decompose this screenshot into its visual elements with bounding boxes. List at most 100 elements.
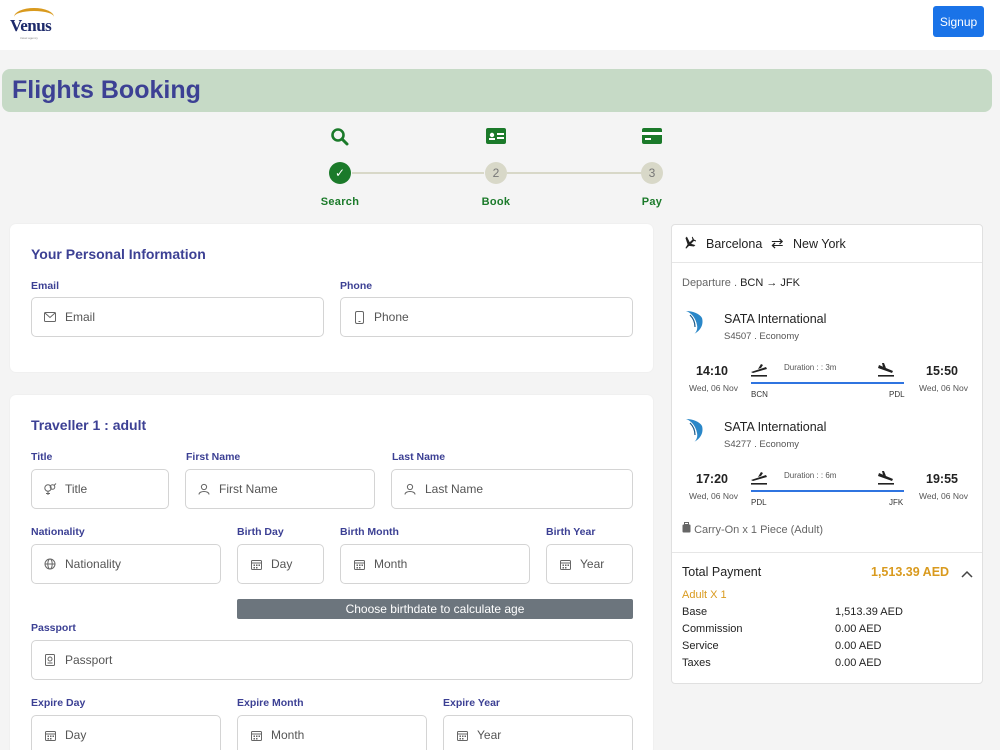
- duration: Duration : : 6m: [784, 471, 837, 480]
- personal-info-title: Your Personal Information: [31, 246, 206, 262]
- commission-label: Commission: [682, 623, 743, 635]
- last-name-placeholder: Last Name: [425, 482, 484, 496]
- expire-year-select[interactable]: Year: [443, 715, 633, 750]
- airline-logo-icon: [684, 417, 706, 448]
- to-airport: PDL: [889, 390, 905, 399]
- calendar-icon: [43, 728, 57, 742]
- step-book-label[interactable]: Book: [466, 196, 526, 208]
- birth-month-label: Birth Month: [340, 526, 399, 538]
- flight-number: S4277 . Economy: [724, 439, 799, 450]
- expire-month-select[interactable]: Month: [237, 715, 427, 750]
- departure-time: 14:10: [696, 364, 728, 378]
- personal-info-card: Your Personal Information Email Email Ph…: [10, 224, 653, 372]
- phone-label: Phone: [340, 280, 373, 292]
- luggage-icon: [682, 522, 691, 536]
- baggage-info: Carry-On x 1 Piece (Adult): [682, 522, 823, 536]
- flight-progress-line: [751, 382, 904, 384]
- nationality-label: Nationality: [31, 526, 85, 538]
- calendar-icon: [249, 728, 263, 742]
- nationality-placeholder: Nationality: [65, 557, 122, 571]
- passport-label: Passport: [31, 622, 76, 634]
- credit-card-icon: [640, 127, 664, 149]
- page-title: Flights Booking: [12, 76, 201, 104]
- baggage-text: Carry-On x 1 Piece (Adult): [694, 524, 824, 536]
- total-payment-label: Total Payment: [682, 565, 762, 579]
- arrival-date: Wed, 06 Nov: [919, 383, 968, 393]
- airline-name: SATA International: [724, 312, 827, 326]
- email-label: Email: [31, 280, 60, 292]
- step-connector: [352, 172, 484, 174]
- step-connector: [507, 172, 642, 174]
- airplane-icon: [682, 236, 697, 255]
- title-select[interactable]: Title: [31, 469, 169, 509]
- birth-year-label: Birth Year: [546, 526, 596, 538]
- expire-day-placeholder: Day: [65, 728, 87, 742]
- takeoff-icon: [750, 471, 768, 490]
- nationality-select[interactable]: Nationality: [31, 544, 221, 584]
- flight-progress-line: [751, 490, 904, 492]
- phone-placeholder: Phone: [374, 310, 409, 324]
- to-city: New York: [793, 237, 846, 251]
- user-icon: [197, 482, 211, 496]
- airline-name: SATA International: [724, 420, 827, 434]
- logo-text: Venus: [10, 16, 52, 35]
- passport-icon: [43, 653, 57, 667]
- expire-day-label: Expire Day: [31, 697, 86, 709]
- departure-time: 17:20: [696, 472, 728, 486]
- divider: [672, 552, 982, 553]
- base-label: Base: [682, 606, 708, 618]
- taxes-label: Taxes: [682, 657, 711, 669]
- venus-logo[interactable]: Venus travel agency: [10, 6, 56, 40]
- birth-day-select[interactable]: Day: [237, 544, 324, 584]
- route-codes: BCN → JFK: [740, 277, 800, 289]
- user-icon: [403, 482, 417, 496]
- traveller-card: Traveller 1 : adult Title Title First Na…: [10, 395, 653, 750]
- expire-year-placeholder: Year: [477, 728, 502, 742]
- from-airport: BCN: [751, 390, 768, 399]
- step-book-number: 2: [485, 162, 507, 184]
- from-city: Barcelona: [706, 237, 763, 251]
- passport-placeholder: Passport: [65, 653, 113, 667]
- title-placeholder: Title: [65, 482, 88, 496]
- step-pay-label[interactable]: Pay: [622, 196, 682, 208]
- phone-icon: [352, 310, 366, 324]
- flight-summary-panel: Barcelona ⇄ New York Departure . BCN → J…: [671, 224, 983, 684]
- passport-field[interactable]: Passport: [31, 640, 633, 680]
- email-field[interactable]: Email: [31, 297, 324, 337]
- expire-year-label: Expire Year: [443, 697, 501, 709]
- commission-value: 0.00 AED: [835, 623, 882, 635]
- service-label: Service: [682, 640, 719, 652]
- airline-logo-icon: [684, 309, 706, 340]
- email-placeholder: Email: [65, 310, 96, 324]
- duration: Duration : : 3m: [784, 363, 837, 372]
- booking-stepper: ✓ 2 3 Search Book Pay: [0, 122, 1000, 214]
- first-name-label: First Name: [186, 451, 241, 463]
- step-pay-number: 3: [641, 162, 663, 184]
- last-name-label: Last Name: [392, 451, 446, 463]
- age-hint-bar: Choose birthdate to calculate age: [237, 599, 633, 619]
- departure-route: Departure . BCN → JFK: [682, 277, 800, 289]
- birth-year-select[interactable]: Year: [546, 544, 633, 584]
- departure-date: Wed, 06 Nov: [689, 491, 738, 501]
- birth-month-placeholder: Month: [374, 557, 408, 571]
- arrival-time: 19:55: [926, 472, 958, 486]
- birth-year-placeholder: Year: [580, 557, 605, 571]
- search-icon: [328, 127, 352, 149]
- total-payment-value: 1,513.39 AED: [871, 565, 950, 579]
- calendar-icon: [558, 557, 572, 571]
- passenger-count: Adult X 1: [682, 589, 727, 601]
- to-airport: JFK: [889, 498, 904, 507]
- logo-subtitle: travel agency: [20, 36, 38, 40]
- birth-month-select[interactable]: Month: [340, 544, 530, 584]
- phone-field[interactable]: Phone: [340, 297, 633, 337]
- signup-button[interactable]: Signup: [933, 6, 984, 37]
- departure-label: Departure .: [682, 277, 738, 289]
- gender-icon: [43, 482, 57, 496]
- first-name-field[interactable]: First Name: [185, 469, 375, 509]
- step-search-label[interactable]: Search: [310, 196, 370, 208]
- last-name-field[interactable]: Last Name: [391, 469, 633, 509]
- top-bar: Venus travel agency Signup: [0, 0, 1000, 50]
- traveller-title: Traveller 1 : adult: [31, 417, 147, 433]
- expire-day-select[interactable]: Day: [31, 715, 221, 750]
- chevron-up-icon[interactable]: [961, 565, 973, 583]
